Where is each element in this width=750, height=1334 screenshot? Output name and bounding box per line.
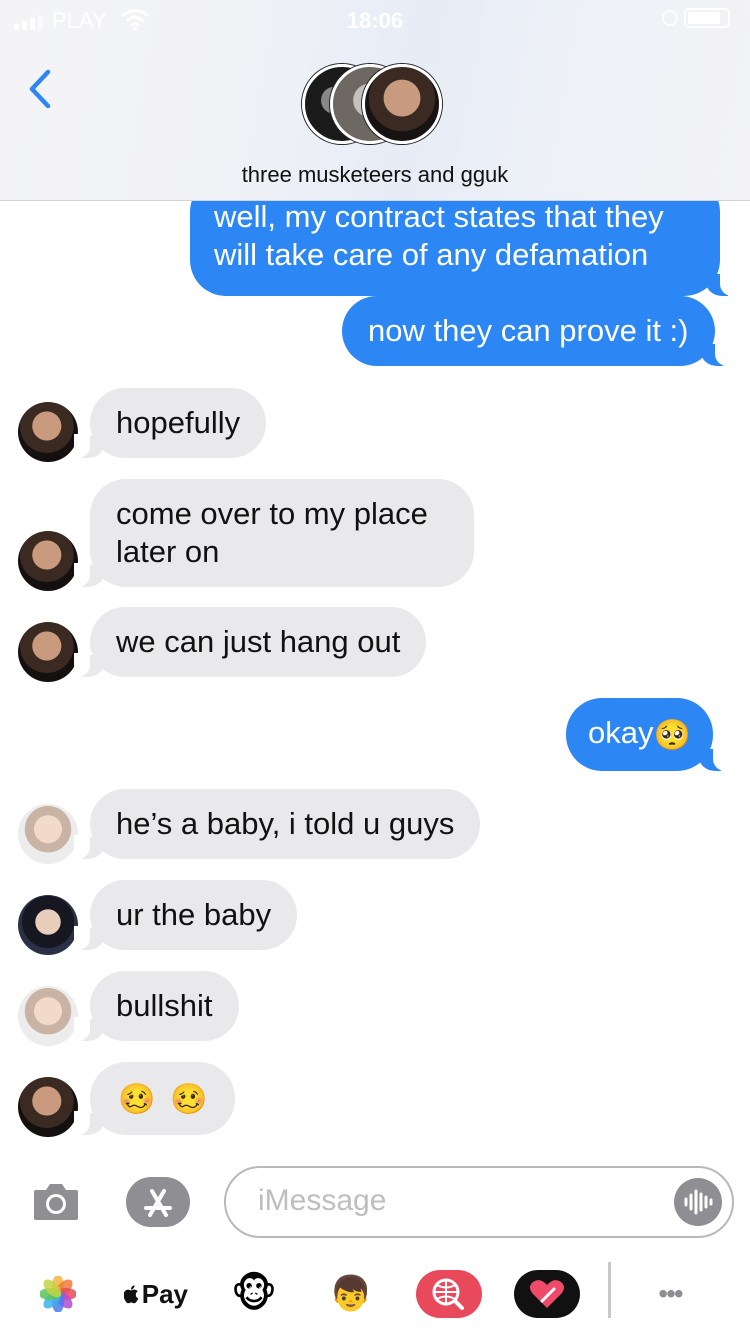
- app-store-icon: [144, 1189, 172, 1217]
- apple-pay-label: Pay: [141, 1278, 188, 1309]
- drawer-divider: [608, 1262, 611, 1318]
- message-text: come over to my place later on: [116, 496, 428, 569]
- message-text: bullshit: [116, 988, 213, 1023]
- incoming-message[interactable]: he’s a baby, i told u guys: [73, 789, 481, 859]
- woozy-face-emoji: 🥴: [118, 1083, 156, 1116]
- waveform-icon: [684, 1189, 713, 1215]
- group-member-avatar: [362, 64, 442, 144]
- incoming-message[interactable]: come over to my place later on: [74, 479, 474, 587]
- message-text: well, my contract states that they will …: [214, 199, 664, 272]
- sender-avatar[interactable]: [18, 622, 78, 682]
- message-text: now they can prove it :): [368, 313, 689, 348]
- app-store-button[interactable]: [126, 1177, 190, 1227]
- message-text: hopefully: [116, 405, 241, 440]
- animoji-app-button[interactable]: 🐵: [224, 1264, 284, 1324]
- sender-avatar[interactable]: [18, 986, 78, 1046]
- incoming-message[interactable]: ur the baby: [73, 880, 298, 950]
- camera-icon[interactable]: [32, 1180, 80, 1222]
- incoming-message[interactable]: bullshit: [74, 971, 239, 1041]
- memoji-icon: 👦: [329, 1275, 373, 1313]
- woozy-face-emoji: 🥴: [169, 1083, 208, 1116]
- outgoing-message[interactable]: okay🥺: [566, 698, 729, 771]
- apple-logo-icon: [124, 1285, 139, 1304]
- memoji-stickers-button[interactable]: 👦: [318, 1264, 384, 1324]
- app-drawer: Pay 🐵 👦 •••: [0, 1256, 750, 1334]
- apple-pay-button[interactable]: Pay: [124, 1264, 188, 1324]
- incoming-message[interactable]: 🥴 🥴: [73, 1062, 236, 1135]
- message-text: okay: [588, 715, 654, 750]
- back-chevron-icon[interactable]: [24, 66, 64, 112]
- heart-touch-icon: [514, 1270, 580, 1318]
- more-label: •••: [658, 1278, 683, 1309]
- incoming-message[interactable]: hopefully: [73, 388, 267, 458]
- group-avatar-stack[interactable]: [302, 64, 452, 150]
- monkey-animoji-icon: 🐵: [230, 1272, 278, 1316]
- sender-avatar[interactable]: [18, 895, 78, 955]
- status-bar: PLAY 18:06: [0, 0, 750, 40]
- audio-message-button[interactable]: [674, 1178, 722, 1226]
- image-search-app-button[interactable]: [416, 1264, 482, 1324]
- message-input-placeholder: iMessage: [258, 1184, 387, 1217]
- clock: 18:06: [346, 8, 404, 33]
- sender-avatar[interactable]: [18, 531, 78, 591]
- alarm-icon: [662, 10, 678, 26]
- photos-app-button[interactable]: [38, 1264, 78, 1324]
- battery-icon: [684, 8, 730, 28]
- message-text: we can just hang out: [116, 624, 401, 659]
- incoming-message[interactable]: we can just hang out: [73, 607, 427, 677]
- outgoing-message[interactable]: now they can prove it :): [342, 296, 730, 366]
- message-text: he’s a baby, i told u guys: [116, 806, 455, 841]
- globe-search-icon: [416, 1270, 482, 1318]
- photos-icon: [40, 1276, 76, 1312]
- conversation-title[interactable]: three musketeers and gguk: [0, 162, 750, 188]
- message-input[interactable]: iMessage: [224, 1166, 734, 1238]
- conversation-header: PLAY 18:06 three musketeers and gguk: [0, 0, 750, 201]
- sender-avatar[interactable]: [18, 804, 78, 864]
- more-apps-button[interactable]: •••: [640, 1264, 700, 1324]
- sender-avatar[interactable]: [18, 1077, 78, 1137]
- sender-avatar[interactable]: [18, 402, 78, 462]
- message-text: ur the baby: [116, 897, 272, 932]
- digital-touch-button[interactable]: [514, 1264, 580, 1324]
- pleading-face-emoji: 🥺: [653, 719, 691, 752]
